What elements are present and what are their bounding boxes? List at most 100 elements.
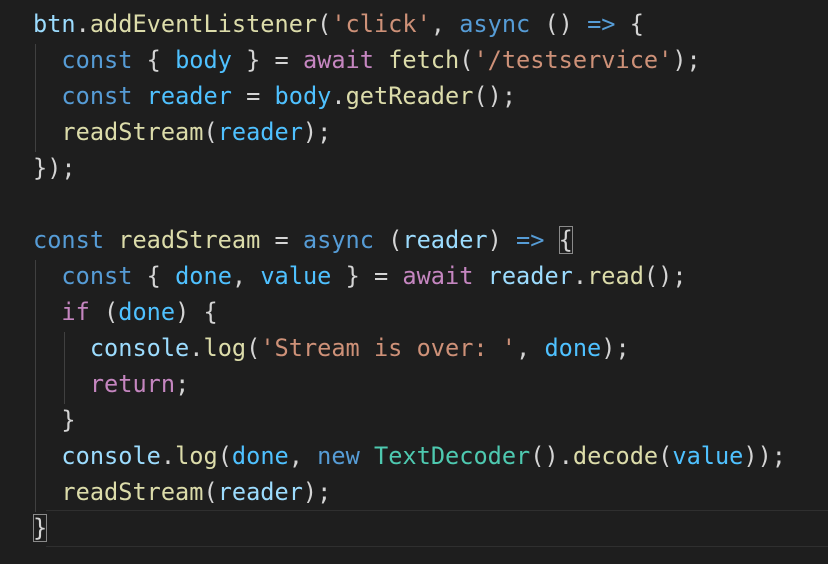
code-token: 'click' [331, 10, 431, 38]
code-token: body [274, 82, 332, 110]
code-token: fetch [388, 46, 460, 74]
code-token: (). [530, 442, 573, 470]
code-token: reader [487, 262, 573, 290]
code-line[interactable]: btn.addEventListener('click', async () =… [33, 6, 644, 42]
code-token: done [544, 334, 602, 362]
code-editor[interactable]: btn.addEventListener('click', async () =… [0, 0, 828, 564]
code-token: TextDecoder [374, 442, 531, 470]
code-token: ); [302, 478, 332, 506]
code-token: . [331, 82, 346, 110]
code-line[interactable]: }); [33, 150, 76, 186]
code-token: = [231, 82, 275, 110]
code-token: 'Stream is over: ' [260, 334, 517, 362]
matched-bracket: } [33, 514, 48, 542]
code-token: ( [246, 334, 261, 362]
code-token: . [160, 442, 176, 470]
code-token: () [530, 10, 588, 38]
code-token: console [89, 334, 190, 362]
code-token: addEventListener [89, 10, 318, 38]
code-token: ( [373, 226, 403, 254]
code-token: console [61, 442, 161, 470]
code-token: const [61, 262, 133, 290]
code-token: const [61, 46, 133, 74]
code-token: reader [217, 118, 303, 146]
code-token: . [189, 334, 204, 362]
code-token: ( [89, 298, 119, 326]
code-token: decode [572, 442, 659, 470]
code-token: (); [643, 262, 687, 290]
code-line[interactable]: const { body } = await fetch('/testservi… [33, 42, 701, 78]
code-token: } = [331, 262, 403, 290]
code-token: { [132, 46, 176, 74]
code-token: , [430, 10, 460, 38]
code-token: async [302, 226, 374, 254]
code-token: readStream [61, 118, 204, 146]
code-line[interactable]: const readStream = async (reader) => { [33, 222, 573, 258]
code-token: log [175, 442, 218, 470]
code-token: . [75, 10, 90, 38]
code-line[interactable]: return; [33, 366, 189, 402]
code-token: => [516, 226, 545, 254]
code-token: readStream [118, 226, 261, 254]
code-token: , [231, 262, 261, 290]
code-token: done [175, 262, 232, 290]
code-token: await [302, 46, 374, 74]
code-line[interactable]: } [33, 402, 76, 438]
current-line-highlight-bottom [46, 546, 828, 547]
code-token: ; [175, 370, 190, 398]
code-token: ( [203, 118, 218, 146]
code-line[interactable]: } [33, 510, 48, 546]
code-line[interactable]: const reader = body.getReader(); [33, 78, 516, 114]
code-token: async [459, 10, 531, 38]
code-token: body [175, 46, 232, 74]
code-token: ( [203, 478, 218, 506]
code-line[interactable]: readStream(reader); [33, 474, 331, 510]
code-token: '/testservice' [473, 46, 673, 74]
code-token: const [61, 82, 133, 110]
code-token: btn [33, 10, 76, 38]
code-token: reader [146, 82, 232, 110]
code-token: getReader [345, 82, 474, 110]
code-line[interactable]: if (done) { [33, 294, 218, 330]
code-token: done [118, 298, 176, 326]
code-token: ( [459, 46, 474, 74]
code-token: , [516, 334, 545, 362]
code-token: )); [743, 442, 787, 470]
code-token: ( [317, 10, 332, 38]
code-token: ( [658, 442, 673, 470]
code-token: . [572, 262, 588, 290]
code-line[interactable]: console.log('Stream is over: ', done); [33, 330, 630, 366]
code-token: ) { [175, 298, 218, 326]
code-line[interactable]: readStream(reader); [33, 114, 331, 150]
code-token: } [33, 406, 76, 434]
matched-bracket: { [558, 226, 573, 254]
code-line[interactable]: const { done, value } = await reader.rea… [33, 258, 687, 294]
code-token: done [231, 442, 289, 470]
code-token: const [33, 226, 105, 254]
code-token: reader [402, 226, 488, 254]
code-token: value [260, 262, 332, 290]
code-token: reader [217, 478, 303, 506]
code-token: ) [487, 226, 517, 254]
code-line[interactable]: console.log(done, new TextDecoder().deco… [33, 438, 786, 474]
code-token: (); [473, 82, 517, 110]
code-token: , [288, 442, 318, 470]
code-token: { [132, 262, 176, 290]
code-token: if [61, 298, 90, 326]
code-token: ); [672, 46, 701, 74]
code-token: = [260, 226, 303, 254]
code-token: => [587, 10, 616, 38]
code-token: readStream [61, 478, 204, 506]
